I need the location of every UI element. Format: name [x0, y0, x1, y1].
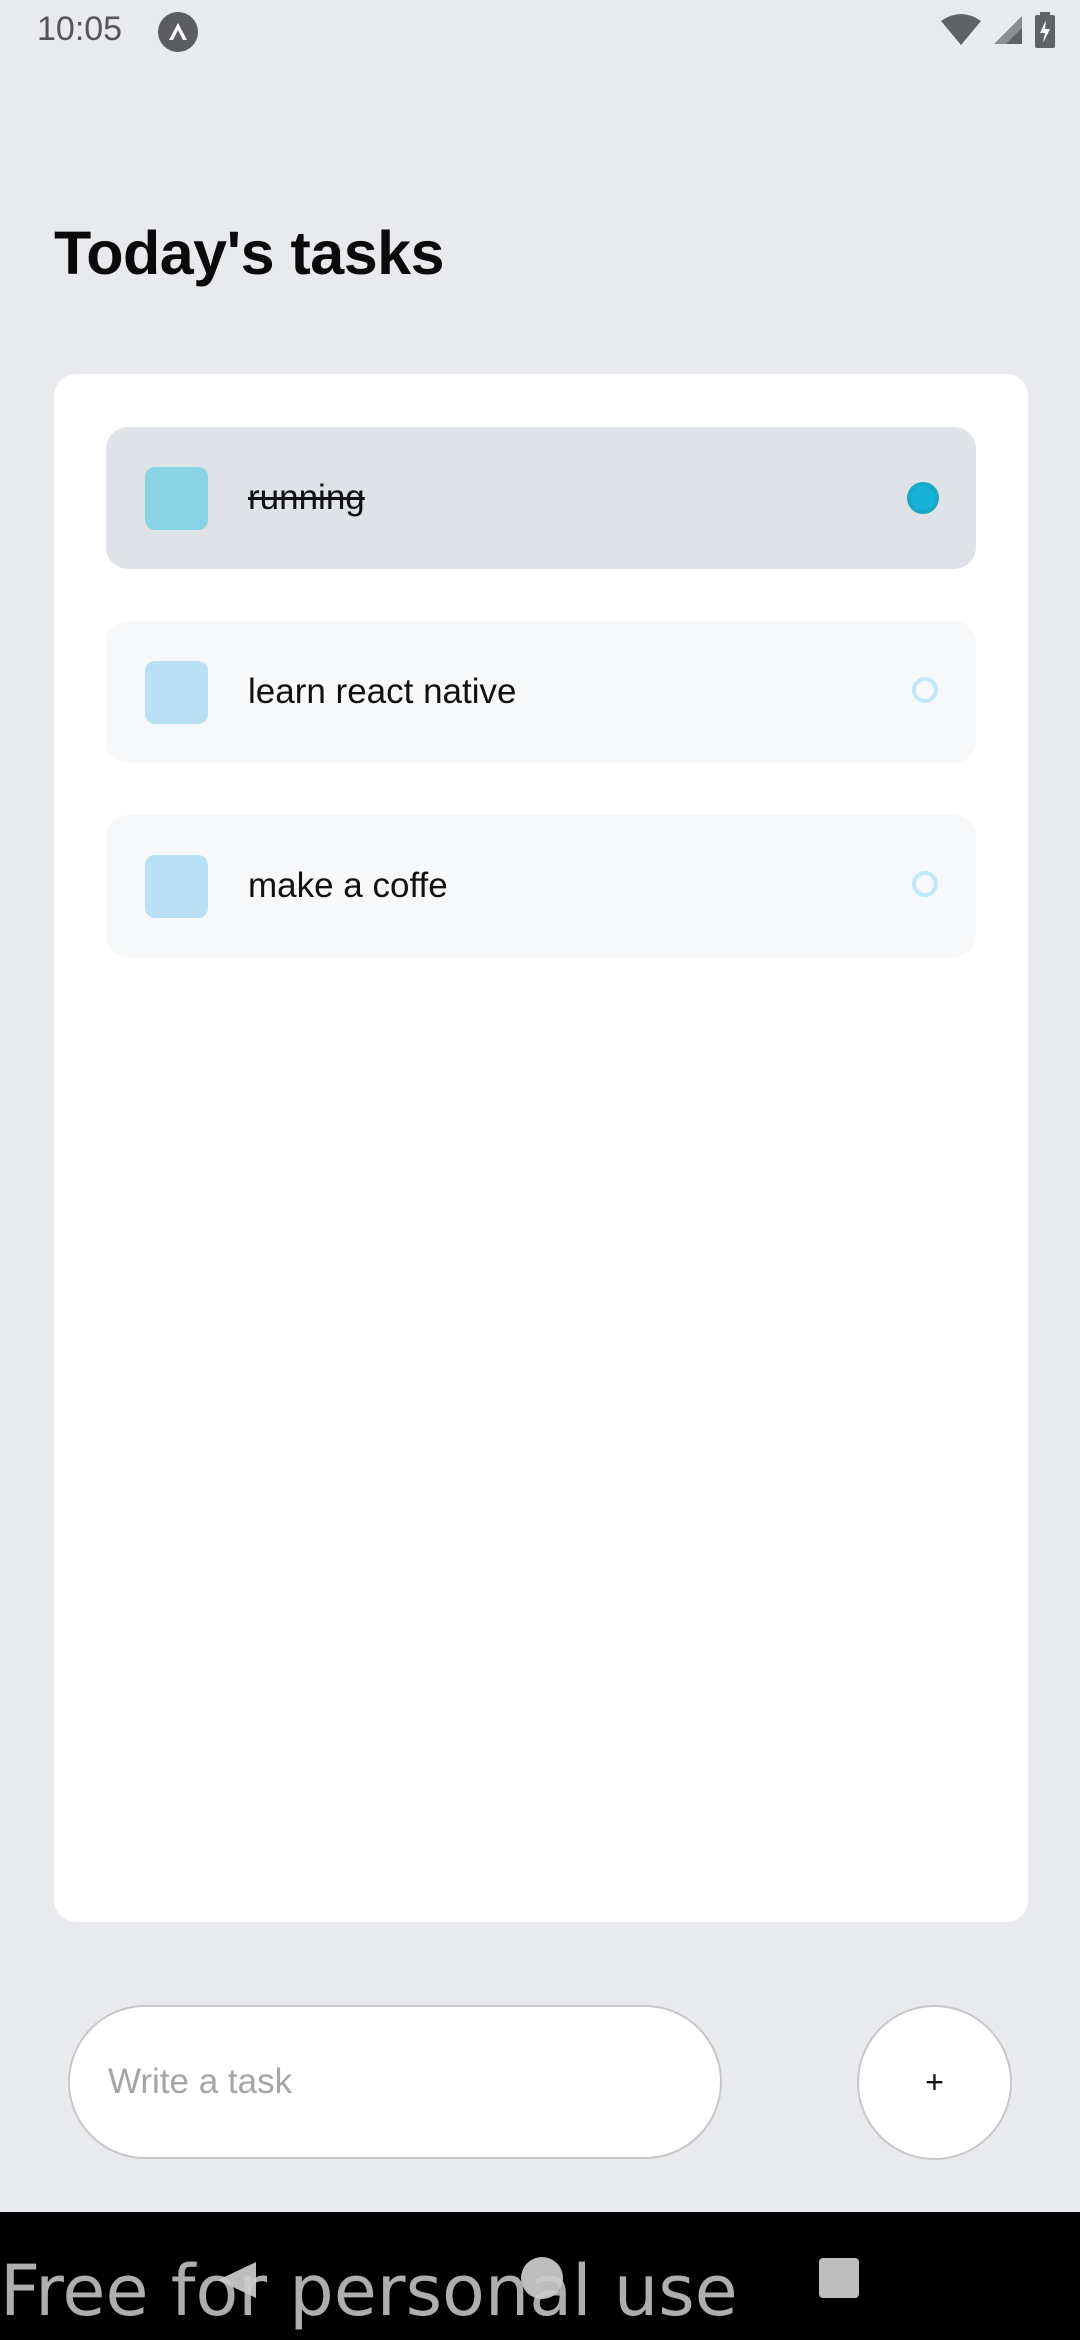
- home-icon[interactable]: [521, 2257, 563, 2299]
- navigation-bar: Free for personal use: [0, 2212, 1080, 2340]
- task-item[interactable]: make a coffe: [106, 815, 976, 957]
- page-title: Today's tasks: [54, 219, 445, 287]
- task-label: make a coffe: [248, 866, 448, 905]
- task-checkbox-circle[interactable]: [907, 482, 939, 514]
- status-icons: [940, 11, 1056, 53]
- task-color-square: [145, 855, 208, 918]
- task-label: running: [248, 478, 365, 517]
- task-input[interactable]: [68, 2005, 722, 2159]
- cellular-signal-icon: [992, 14, 1024, 51]
- expo-icon: [158, 12, 198, 52]
- add-task-button[interactable]: +: [857, 2005, 1012, 2160]
- back-icon[interactable]: [216, 2260, 258, 2305]
- watermark-text: Free for personal use: [0, 2250, 738, 2332]
- task-label: learn react native: [248, 672, 517, 711]
- task-color-square: [145, 661, 208, 724]
- status-time: 10:05: [37, 10, 123, 48]
- status-bar: 10:05: [0, 0, 1080, 64]
- recents-icon[interactable]: [819, 2258, 859, 2298]
- task-item[interactable]: learn react native: [106, 621, 976, 763]
- wifi-icon: [940, 13, 982, 52]
- task-checkbox-circle[interactable]: [912, 677, 938, 703]
- battery-charging-icon: [1034, 11, 1056, 53]
- task-checkbox-circle[interactable]: [912, 871, 938, 897]
- task-item[interactable]: running: [106, 427, 976, 569]
- tasks-card: running learn react native make a coffe: [54, 374, 1028, 1922]
- task-color-square: [145, 467, 208, 530]
